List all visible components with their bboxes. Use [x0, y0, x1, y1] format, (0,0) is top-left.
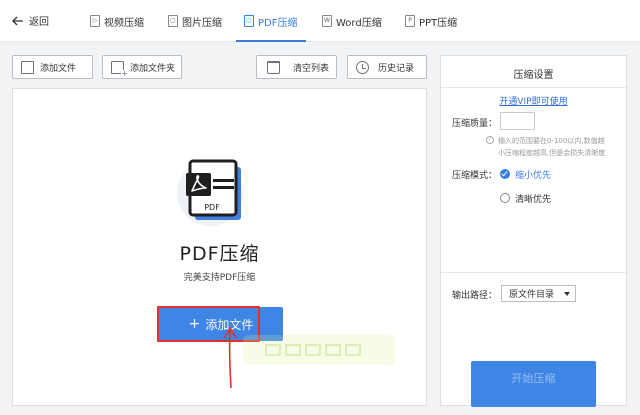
pdf-document-icon: PDF: [177, 159, 243, 226]
arrow-left-icon: [12, 16, 23, 25]
start-compress-button[interactable]: 开始压缩: [471, 361, 596, 407]
quality-input[interactable]: [500, 112, 535, 130]
pdf-icon-text: PDF: [204, 203, 220, 212]
add-file-button[interactable]: 添加文件: [12, 55, 93, 79]
vip-link[interactable]: 开通VIP即可使用: [441, 94, 626, 107]
history-button[interactable]: 历史记录: [347, 55, 427, 79]
compression-settings-panel: 压缩设置 开通VIP即可使用 压缩质量： ? 输入的范围要在0-100以内,数值…: [440, 55, 627, 407]
back-button[interactable]: 返回: [12, 13, 49, 28]
tab-label: 图片压缩: [182, 17, 222, 29]
file-icon: [21, 60, 34, 74]
clock-icon: [356, 60, 369, 74]
settings-title: 压缩设置: [513, 70, 554, 81]
mode-label: 压缩模式：: [452, 171, 498, 181]
add-folder-label: 添加文件夹: [130, 63, 176, 74]
clear-list-button[interactable]: 清空列表: [256, 55, 337, 79]
tab-label: Word压缩: [336, 17, 382, 29]
add-folder-button[interactable]: 添加文件夹: [102, 55, 182, 79]
tab-label: PPT压缩: [419, 17, 458, 29]
radio-clarity-priority-label[interactable]: 清晰优先: [515, 192, 551, 205]
pdf-file-icon: ▢: [244, 15, 254, 27]
trash-icon: [267, 60, 280, 74]
word-file-icon: W: [322, 15, 332, 27]
watermark-logo: [243, 335, 395, 365]
ppt-file-icon: P: [405, 15, 415, 27]
tab-pdf-compress[interactable]: ▢ PDF压缩: [244, 12, 297, 30]
video-file-icon: ▷: [90, 15, 100, 27]
history-label: 历史记录: [378, 63, 415, 74]
annotation-arrow-icon: [223, 326, 237, 389]
active-tab-indicator: [236, 40, 306, 42]
quality-hint-line: 小压缩程度越高,但是会损失清晰度: [498, 149, 606, 157]
help-icon: ?: [486, 136, 494, 144]
output-path-value: 原文件目录: [509, 290, 555, 300]
tab-label: PDF压缩: [258, 17, 298, 29]
radio-shrink-priority[interactable]: [500, 169, 510, 179]
output-path-select[interactable]: 原文件目录: [501, 285, 576, 302]
output-path-label: 输出路径：: [452, 291, 498, 301]
tab-video-compress[interactable]: ▷ 视频压缩: [90, 12, 144, 30]
back-label: 返回: [29, 17, 49, 28]
divider: [441, 272, 626, 273]
folder-add-icon: [111, 60, 128, 78]
page-subtitle: 完美支持PDF压缩: [183, 273, 256, 283]
tab-ppt-compress[interactable]: P PPT压缩: [405, 12, 457, 30]
radio-clarity-priority[interactable]: [500, 193, 510, 203]
tab-image-compress[interactable]: ▢ 图片压缩: [168, 12, 222, 30]
page-title: PDF压缩: [179, 243, 260, 265]
image-file-icon: ▢: [168, 15, 178, 27]
clear-list-label: 清空列表: [293, 63, 330, 74]
add-file-label: 添加文件: [40, 63, 77, 74]
tab-label: 视频压缩: [104, 17, 144, 29]
watermark-graphic: [265, 344, 361, 356]
start-compress-label: 开始压缩: [511, 372, 556, 385]
top-nav-bar: 返回 ▷ 视频压缩 ▢ 图片压缩 ▢ PDF压缩 W Word压缩 P PPT压…: [0, 0, 640, 42]
quality-label: 压缩质量：: [452, 119, 498, 129]
chevron-down-icon: [564, 292, 570, 296]
quality-hint: 输入的范围要在0-100以内,数值越 小压缩程度越高,但是会损失清晰度: [498, 135, 618, 159]
radio-shrink-priority-label[interactable]: 缩小优先: [515, 168, 551, 181]
divider: [441, 87, 626, 88]
quality-hint-line: 输入的范围要在0-100以内,数值越: [498, 137, 605, 145]
tab-word-compress[interactable]: W Word压缩: [322, 12, 382, 30]
